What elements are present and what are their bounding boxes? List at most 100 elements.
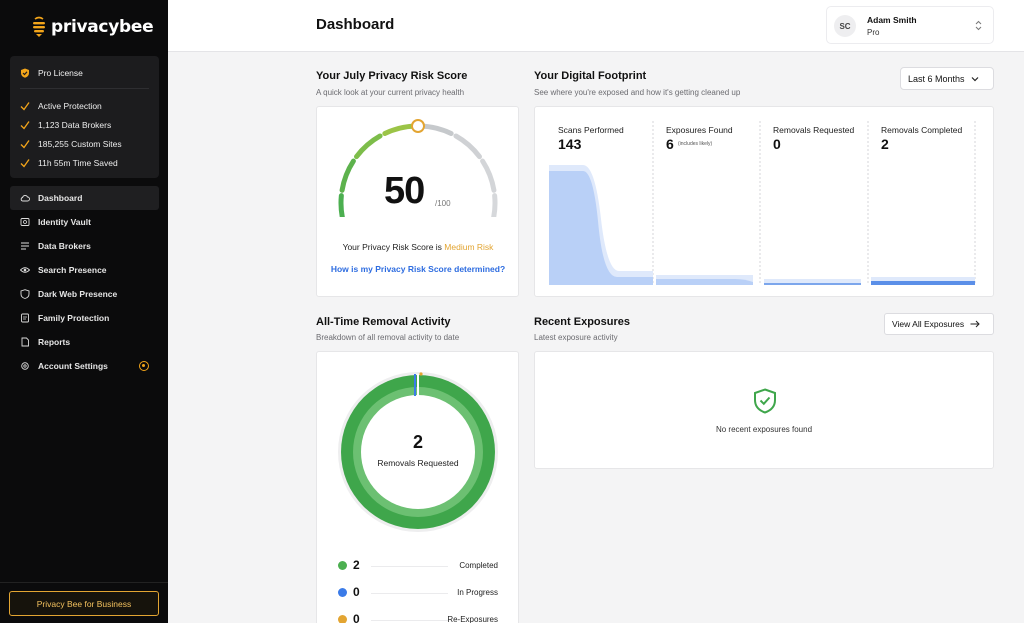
sidebar-item-reports[interactable]: Reports [10, 330, 159, 354]
sidebar-item-search-presence[interactable]: Search Presence [10, 258, 159, 282]
shield-check-icon [754, 388, 776, 414]
user-plan: Pro [867, 28, 880, 37]
legend-value: 0 [353, 585, 360, 599]
sidebar: privacybee Pro License Active Protection… [0, 0, 168, 623]
empty-state-text: No recent exposures found [715, 425, 813, 434]
notification-dot-icon [139, 361, 149, 371]
report-icon [21, 337, 29, 347]
exposures-title: Recent Exposures [534, 316, 630, 328]
score-value: 50 [384, 170, 425, 212]
removal-subtitle: Breakdown of all removal activity to dat… [316, 333, 460, 342]
exposures-value: 6 [666, 136, 674, 152]
risk-level-text: Your Privacy Risk Score is Medium Risk [317, 242, 519, 252]
vault-icon [20, 218, 30, 226]
donut-center-value: 2 [412, 432, 423, 452]
check-icon [20, 159, 30, 168]
sidebar-item-label: Dark Web Presence [38, 289, 118, 299]
date-range-value: Last 6 Months [908, 73, 965, 84]
license-item: Active Protection [20, 96, 149, 115]
avatar: SC [834, 15, 856, 37]
exposures-note: (includes likely) [678, 141, 713, 147]
license-item: 185,255 Custom Sites [20, 134, 149, 153]
risk-score-info-link[interactable]: How is my Privacy Risk Score determined? [317, 264, 519, 274]
sidebar-item-dashboard[interactable]: Dashboard [10, 186, 159, 210]
donut-re-exposures [419, 372, 423, 376]
donut-gap [417, 374, 419, 396]
gauge-segment [338, 193, 345, 217]
legend-in-progress: 0 In Progress [338, 585, 498, 600]
legend-dot [338, 588, 347, 597]
gauge-marker [411, 119, 425, 133]
license-item: 1,123 Data Brokers [20, 115, 149, 134]
sidebar-item-data-brokers[interactable]: Data Brokers [10, 234, 159, 258]
score-max: /100 [435, 199, 451, 208]
donut-center-label: Removals Requested [377, 458, 459, 468]
risk-level: Medium Risk [444, 242, 494, 252]
exposures-label: Exposures Found [666, 125, 733, 135]
requested-value: 0 [773, 136, 781, 152]
legend-dot [338, 615, 347, 623]
completed-bar [871, 281, 975, 285]
legend-line [371, 566, 448, 567]
sidebar-item-account-settings[interactable]: Account Settings [10, 354, 159, 378]
license-item-label: 11h 55m Time Saved [38, 158, 118, 169]
business-button[interactable]: Privacy Bee for Business [9, 591, 159, 616]
sidebar-item-identity-vault[interactable]: Identity Vault [10, 210, 159, 234]
view-all-label: View All Exposures [892, 319, 965, 329]
sidebar-item-label: Data Brokers [38, 241, 91, 251]
removal-card [316, 351, 519, 623]
sidebar-item-label: Family Protection [38, 313, 110, 323]
completed-value: 2 [881, 136, 889, 152]
legend-value: 2 [353, 558, 360, 572]
footprint-chart [549, 121, 976, 285]
footprint-title: Your Digital Footprint [534, 70, 647, 82]
sidebar-item-family-protection[interactable]: Family Protection [10, 306, 159, 330]
license-item-label: Active Protection [38, 100, 102, 111]
sidebar-item-label: Reports [38, 337, 71, 347]
logo[interactable]: privacybee [32, 16, 154, 38]
legend-value: 0 [353, 612, 360, 623]
shield-icon [20, 289, 30, 299]
gauge-segment [480, 158, 497, 193]
chevron-down-icon [971, 76, 978, 81]
family-icon [21, 313, 29, 323]
requested-label: Removals Requested [773, 125, 855, 135]
license-card: Pro License Active Protection 1,123 Data… [10, 56, 159, 178]
eye-icon [20, 267, 30, 273]
logo-text: privacybee [51, 17, 154, 37]
footprint-subtitle: See where you're exposed and how it's ge… [534, 88, 741, 97]
gauge-segment [418, 123, 454, 137]
gear-icon [21, 362, 29, 370]
exposures-subtitle: Latest exposure activity [534, 333, 618, 342]
license-item-label: 1,123 Data Brokers [38, 119, 112, 130]
gauge-segment [354, 133, 383, 160]
divider [0, 582, 168, 583]
legend-completed: 2 Completed [338, 558, 498, 573]
sidebar-item-label: Dashboard [38, 193, 83, 203]
gauge-segment [339, 158, 356, 193]
arrow-right-icon [970, 320, 980, 328]
header: Dashboard SC Adam Smith Pro [168, 0, 1024, 52]
legend-re-exposures: 0 Re-Exposures [338, 612, 498, 623]
sidebar-item-label: Identity Vault [38, 217, 91, 227]
bee-logo-icon [33, 16, 45, 37]
check-icon [20, 140, 30, 149]
risk-score-subtitle: A quick look at your current privacy hea… [316, 88, 465, 97]
page-title: Dashboard [316, 16, 395, 33]
date-range-select[interactable]: Last 6 Months [900, 67, 994, 90]
shield-check-icon [21, 68, 29, 78]
check-icon [20, 120, 30, 130]
removal-title: All-Time Removal Activity [316, 316, 451, 328]
risk-score-title: Your July Privacy Risk Score [316, 70, 468, 82]
view-all-exposures-button[interactable]: View All Exposures [884, 313, 994, 335]
legend-label: Re-Exposures [447, 615, 498, 623]
sidebar-item-dark-web-presence[interactable]: Dark Web Presence [10, 282, 159, 306]
completed-label: Removals Completed [881, 125, 963, 135]
gauge-segment [453, 133, 482, 160]
user-menu[interactable]: SC Adam Smith Pro [826, 6, 994, 44]
gauge-segment [491, 193, 498, 217]
legend-line [371, 593, 448, 594]
list-icon [21, 242, 29, 250]
exposures-card [534, 351, 994, 469]
scans-label: Scans Performed [558, 125, 624, 135]
